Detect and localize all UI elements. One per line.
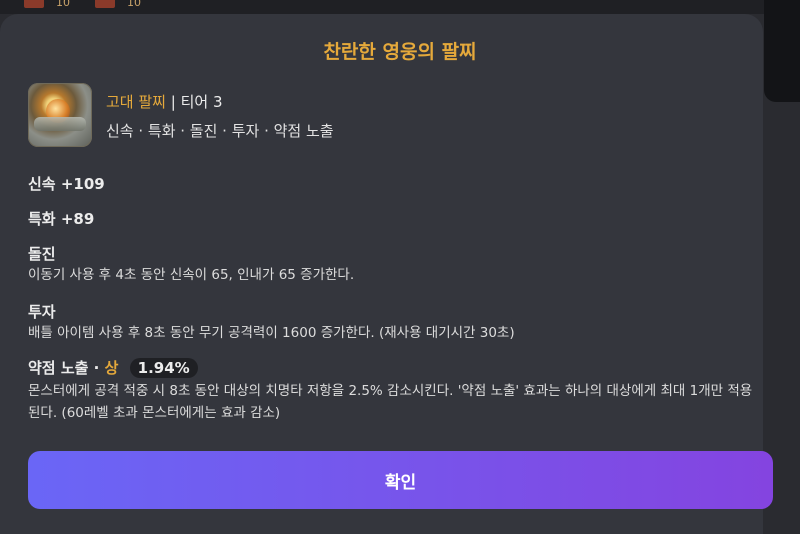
item-thumb-icon (24, 0, 44, 8)
modal-title: 찬란한 영웅의 팔찌 (323, 41, 477, 63)
item-count: 10 (56, 0, 70, 9)
item-count: 10 (127, 0, 141, 9)
weakness-desc-line1: 몬스터에게 공격 적중 시 8초 동안 대상의 치명타 저항을 2.5% 감소시… (28, 383, 753, 399)
item-thumb-icon (95, 0, 115, 8)
weakness-desc-line2: 된다. (60레벨 초과 몬스터에게는 효과 감소) (28, 405, 281, 421)
item-meta: 고대 팔찌 | 티어 3 (106, 91, 223, 112)
band-icon (34, 117, 86, 131)
effect-title-weakness: 약점 노출 · 상 1.94% (28, 357, 198, 378)
title-dot: · (93, 359, 100, 377)
stat-specialization: 특화 +89 (28, 210, 95, 228)
background-header: 10 10 (0, 0, 800, 14)
effect-title-invest: 투자 (28, 303, 56, 321)
effect-desc-charge: 이동기 사용 후 4초 동안 신속이 65, 인내가 65 증가한다. (28, 267, 355, 283)
item-tags: 신속 · 특화 · 돌진 · 투자 · 약점 노출 (106, 122, 334, 140)
item-tier: 티어 3 (180, 93, 223, 111)
effect-desc-invest: 배틀 아이템 사용 후 8초 동안 무기 공격력이 1600 증가한다. (재사… (28, 325, 515, 341)
weakness-title: 약점 노출 (28, 359, 89, 377)
meta-separator: | (170, 93, 176, 111)
stat-swiftness: 신속 +109 (28, 175, 105, 193)
item-grade: 고대 팔찌 (106, 93, 166, 111)
confirm-button[interactable]: 확인 (28, 451, 773, 509)
effect-desc-weakness: 몬스터에게 공격 적중 시 8초 동안 대상의 치명타 저항을 2.5% 감소시… (28, 380, 768, 424)
weakness-grade: 상 (104, 359, 119, 377)
bracelet-icon (28, 83, 92, 147)
effect-title-charge: 돌진 (28, 245, 56, 263)
weakness-percent-badge: 1.94% (129, 358, 198, 378)
